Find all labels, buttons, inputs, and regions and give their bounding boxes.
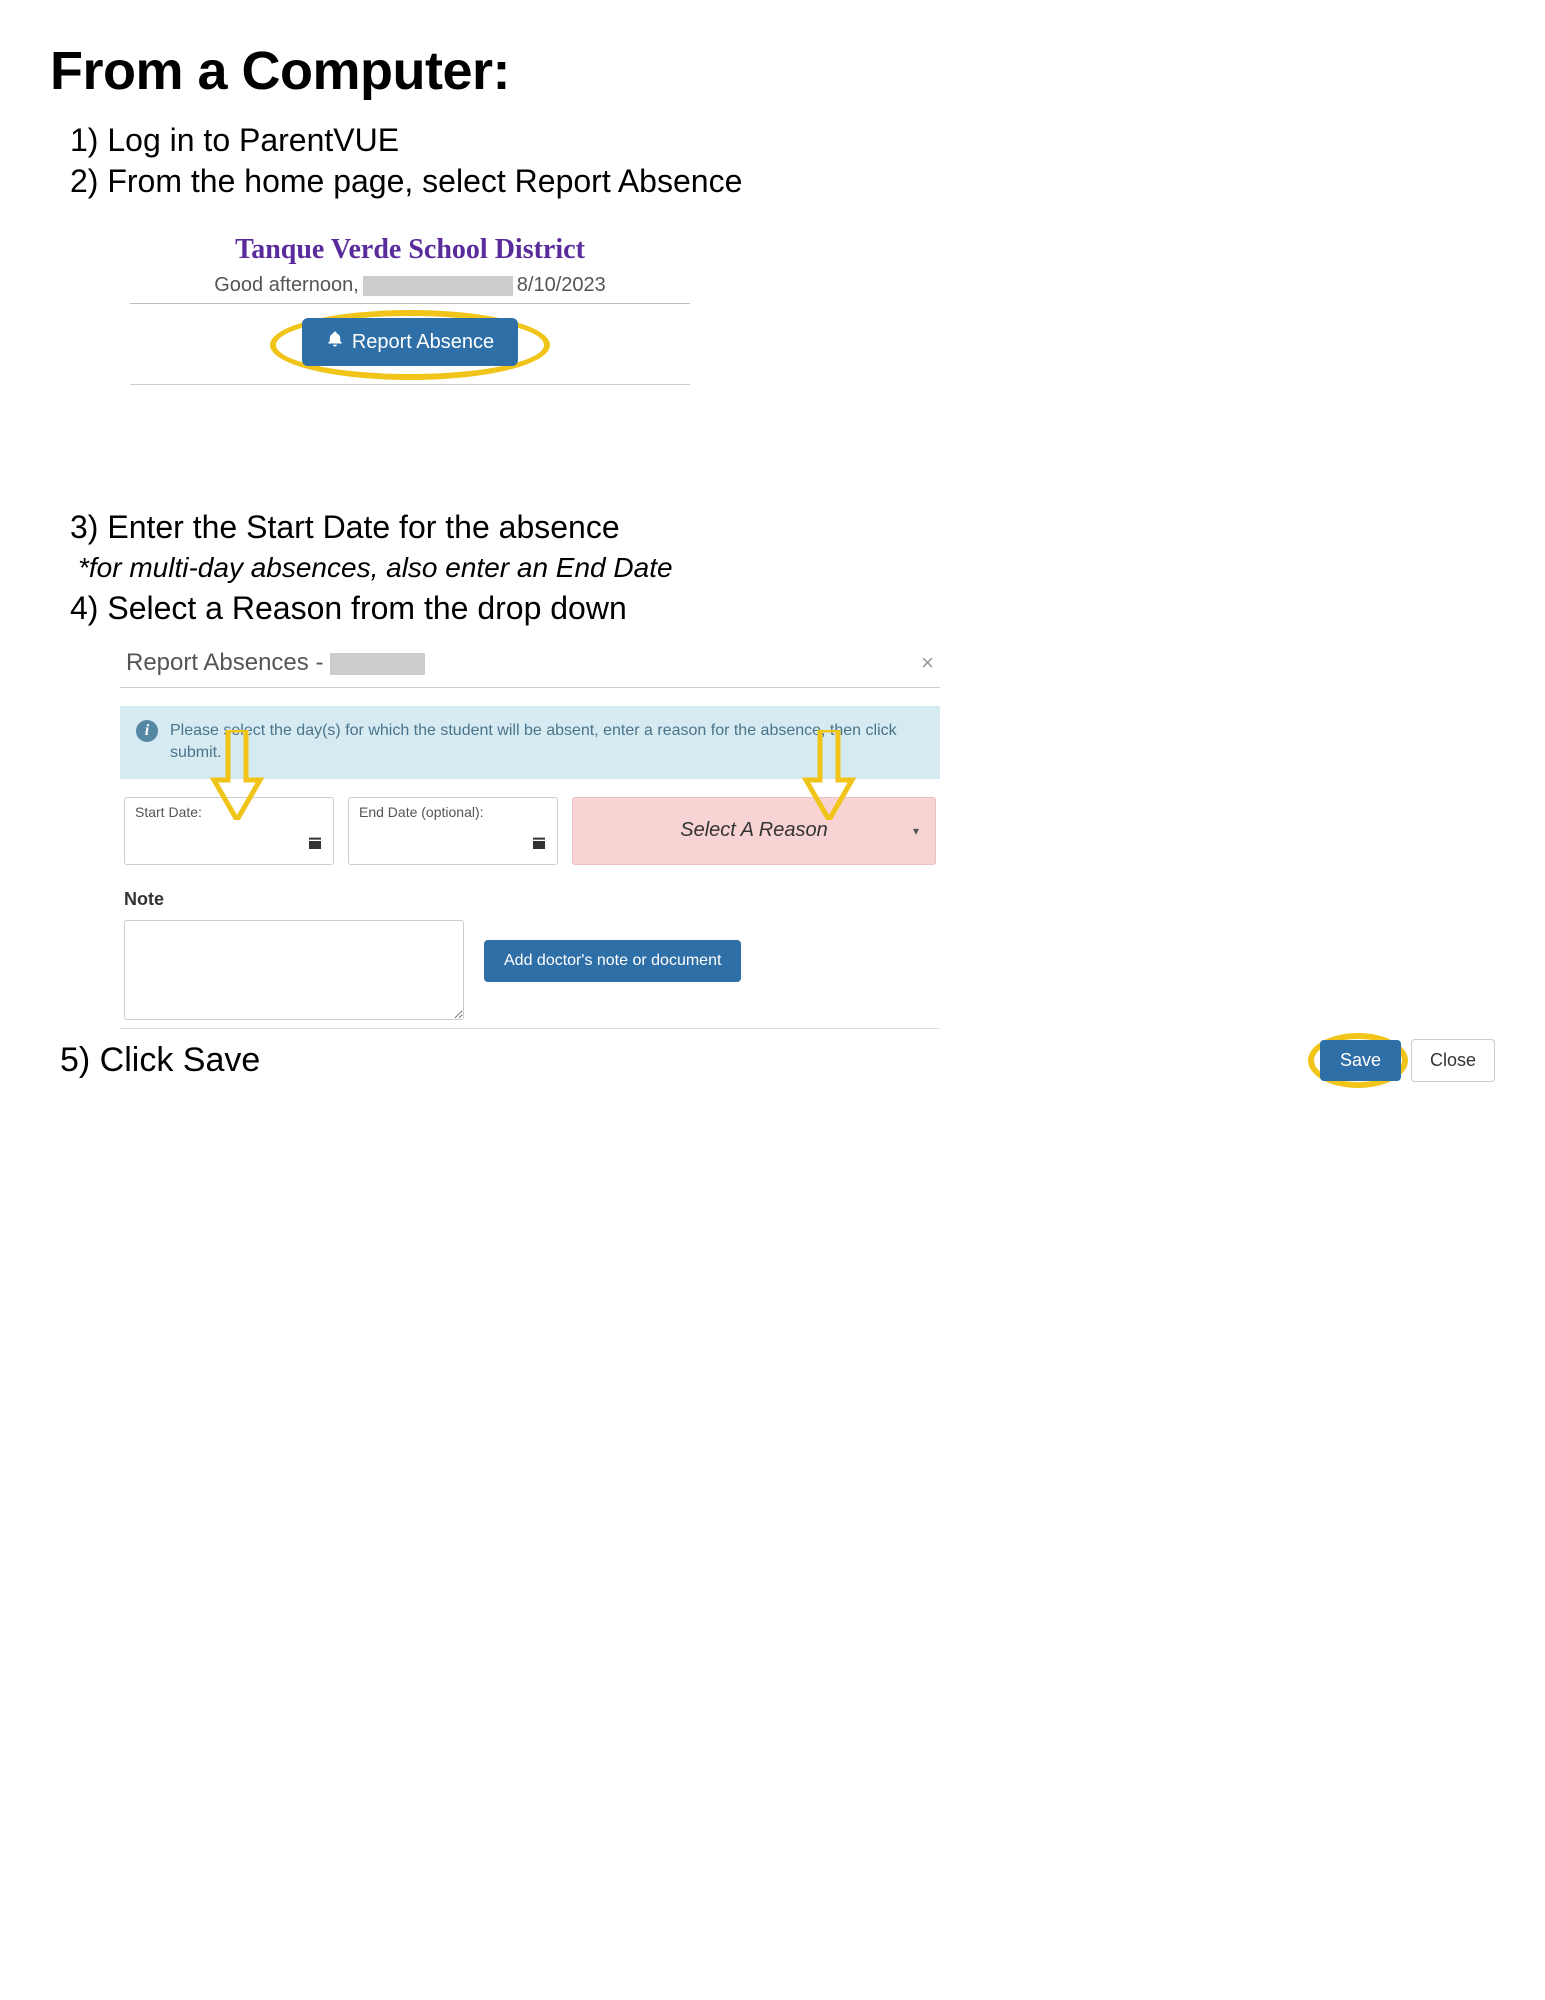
close-icon[interactable]: × [921, 650, 934, 676]
reason-dropdown[interactable]: Select A Reason ▾ [572, 797, 936, 865]
chevron-down-icon: ▾ [913, 824, 919, 838]
info-icon: i [136, 720, 158, 742]
annotation-arrow-startdate [208, 730, 266, 825]
greeting-row: Good afternoon, 8/10/2023 [130, 274, 690, 304]
redacted-name [363, 276, 513, 296]
annotation-arrow-reason [800, 730, 858, 825]
note-textarea[interactable] [124, 920, 464, 1020]
calendar-icon [307, 835, 323, 854]
report-absence-modal: Report Absences - × i Please select the … [120, 645, 940, 1029]
step-3-note: *for multi-day absences, also enter an E… [78, 552, 1495, 584]
note-section: Note Add doctor's note or document [120, 889, 940, 1020]
close-button[interactable]: Close [1411, 1039, 1495, 1082]
end-date-field[interactable]: End Date (optional): [348, 797, 558, 865]
greeting-text: Good afternoon, [214, 274, 359, 297]
end-date-label: End Date (optional): [359, 804, 547, 820]
report-absence-button[interactable]: Report Absence [302, 318, 518, 366]
report-absence-row: Report Absence [130, 304, 690, 385]
step-3: 3) Enter the Start Date for the absence [70, 509, 1495, 546]
save-button[interactable]: Save [1320, 1040, 1401, 1081]
footer-row: 5) Click Save Save Close [50, 1039, 1495, 1082]
modal-header: Report Absences - × [120, 645, 940, 688]
screenshot-parentvue-home: Tanque Verde School District Good aftern… [130, 230, 690, 385]
step-4: 4) Select a Reason from the drop down [70, 590, 1495, 627]
district-title: Tanque Verde School District [130, 230, 690, 274]
report-absence-label: Report Absence [352, 331, 494, 354]
modal-footer-buttons: Save Close [1320, 1039, 1495, 1082]
bell-icon [326, 330, 344, 354]
step-2: 2) From the home page, select Report Abs… [70, 163, 1495, 200]
modal-title: Report Absences - [126, 649, 330, 676]
redacted-student [330, 653, 425, 675]
step-1: 1) Log in to ParentVUE [70, 122, 1495, 159]
page-heading: From a Computer: [50, 40, 1495, 102]
greeting-date: 8/10/2023 [517, 274, 606, 297]
step-5: 5) Click Save [60, 1041, 260, 1080]
note-label: Note [124, 889, 936, 910]
calendar-icon [531, 835, 547, 854]
add-document-button[interactable]: Add doctor's note or document [484, 940, 741, 982]
